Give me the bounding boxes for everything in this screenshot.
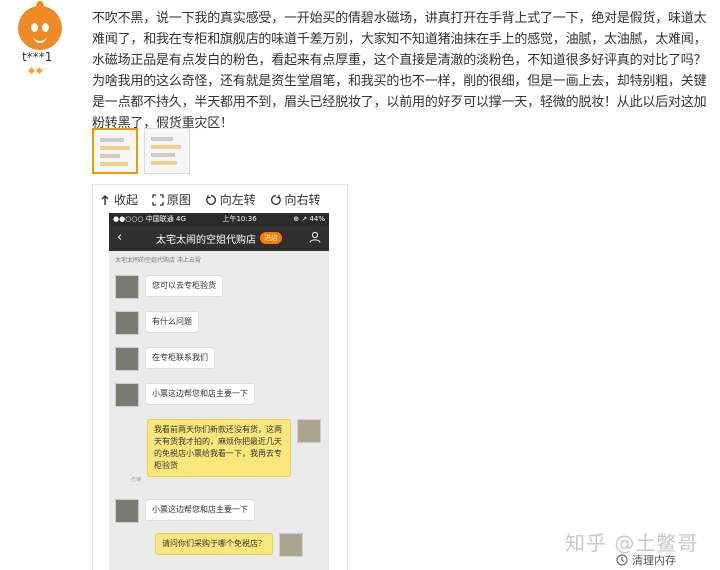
carrier-status: ●●○○○ 中国联通 4G: [113, 215, 186, 223]
user-level-badges: ◆◆: [28, 66, 44, 76]
collapse-label: 收起: [114, 193, 139, 207]
collapse-button[interactable]: 收起: [99, 191, 138, 208]
message-bubble: 有什么问题: [145, 311, 199, 333]
chat-nav-bar: ‹ 太宅太闹的空姐代购店 进店: [109, 225, 329, 251]
thumb-line: [100, 146, 130, 150]
thumb-line: [100, 162, 128, 166]
phone-status-bar: ●●○○○ 中国联通 4G 上午10:36 ⊕ ↗ 44%: [109, 213, 329, 225]
read-mark: 已读: [131, 477, 142, 483]
thumb-line: [151, 145, 181, 149]
customer-avatar: [279, 533, 303, 557]
shop-title: 太宅太闹的空姐代购店: [156, 234, 256, 246]
shop-subtitle: 太宅太闹的空姐代购店 冲上云霄: [115, 257, 201, 264]
message-bubble: 您可以去专柜验货: [145, 275, 223, 297]
original-image-button[interactable]: 原图: [152, 191, 191, 208]
thumb-line: [100, 138, 124, 142]
message-bubble: 小票这边帮您和店主要一下: [145, 383, 255, 405]
rotate-right-label: 向右转: [284, 193, 321, 207]
chat-message: 您可以去专柜验货: [115, 275, 223, 299]
shop-avatar: [115, 383, 139, 407]
clear-memory-button[interactable]: 清理内存: [616, 552, 676, 568]
back-icon: ‹: [117, 230, 123, 245]
chat-message: 请问你们采购于哪个免税店？: [155, 533, 303, 557]
original-image-label: 原图: [166, 193, 191, 207]
clock-icon: [616, 554, 628, 566]
shop-avatar: [115, 275, 139, 299]
thumb-line: [151, 161, 177, 165]
thumb-line: [151, 153, 175, 157]
chat-message: 我看前两天你们新款还没有货，这两天有货我才拍的，麻烦你把最近几天的免税店小票给我…: [147, 419, 321, 477]
avatar-eye-left: [31, 23, 38, 32]
enter-shop-badge: 进店: [260, 232, 282, 244]
customer-avatar: [297, 419, 321, 443]
person-icon: [309, 231, 321, 243]
avatar-eye-right: [42, 23, 49, 32]
shop-avatar: [115, 499, 139, 523]
avatar-mouth: [33, 35, 47, 43]
rotate-left-icon: [205, 194, 216, 205]
message-bubble: 我看前两天你们新款还没有货，这两天有货我才拍的，麻烦你把最近几天的免税店小票给我…: [147, 419, 291, 477]
message-bubble: 在专柜联系我们: [145, 347, 215, 369]
message-bubble: 小票这边帮您和店主要一下: [145, 499, 255, 521]
thumbnail-1[interactable]: [92, 128, 138, 174]
shop-avatar: [115, 347, 139, 371]
clear-memory-label: 清理内存: [632, 554, 676, 567]
chat-message: 在专柜联系我们: [115, 347, 215, 371]
shop-avatar: [115, 311, 139, 335]
chat-message: 有什么问题: [115, 311, 199, 335]
user-avatar[interactable]: [18, 1, 62, 50]
collapse-icon: [101, 194, 109, 205]
viewer-toolbar: 收起 原图 向左转 向右转: [99, 191, 331, 209]
avatar-tuft: [36, 1, 44, 11]
image-viewer: 收起 原图 向左转 向右转 ●●○○○ 中国联通 4G 上午10:36 ⊕ ↗ …: [92, 184, 348, 570]
username: t***1: [22, 50, 53, 64]
chat-message: 小票这边帮您和店主要一下: [115, 383, 255, 407]
fullscreen-icon: [152, 193, 164, 206]
rotate-left-label: 向左转: [219, 193, 256, 207]
status-time: 上午10:36: [222, 215, 257, 223]
battery-status: ⊕ ↗ 44%: [293, 215, 325, 223]
chat-screenshot: ●●○○○ 中国联通 4G 上午10:36 ⊕ ↗ 44% ‹ 太宅太闹的空姐代…: [109, 213, 329, 570]
review-text: 不吹不黑，说一下我的真实感受，一开始买的倩碧水磁场，讲真打开在手背上式了一下，绝…: [92, 11, 707, 131]
thumb-line: [151, 137, 173, 141]
thumb-line: [100, 154, 120, 158]
thumbnail-2[interactable]: [144, 128, 190, 174]
rotate-right-icon: [270, 194, 281, 205]
chat-message: 小票这边帮您和店主要一下: [115, 499, 255, 523]
message-bubble: 请问你们采购于哪个免税店？: [155, 533, 273, 555]
rotate-right-button[interactable]: 向右转: [270, 191, 321, 208]
rotate-left-button[interactable]: 向左转: [205, 191, 256, 208]
